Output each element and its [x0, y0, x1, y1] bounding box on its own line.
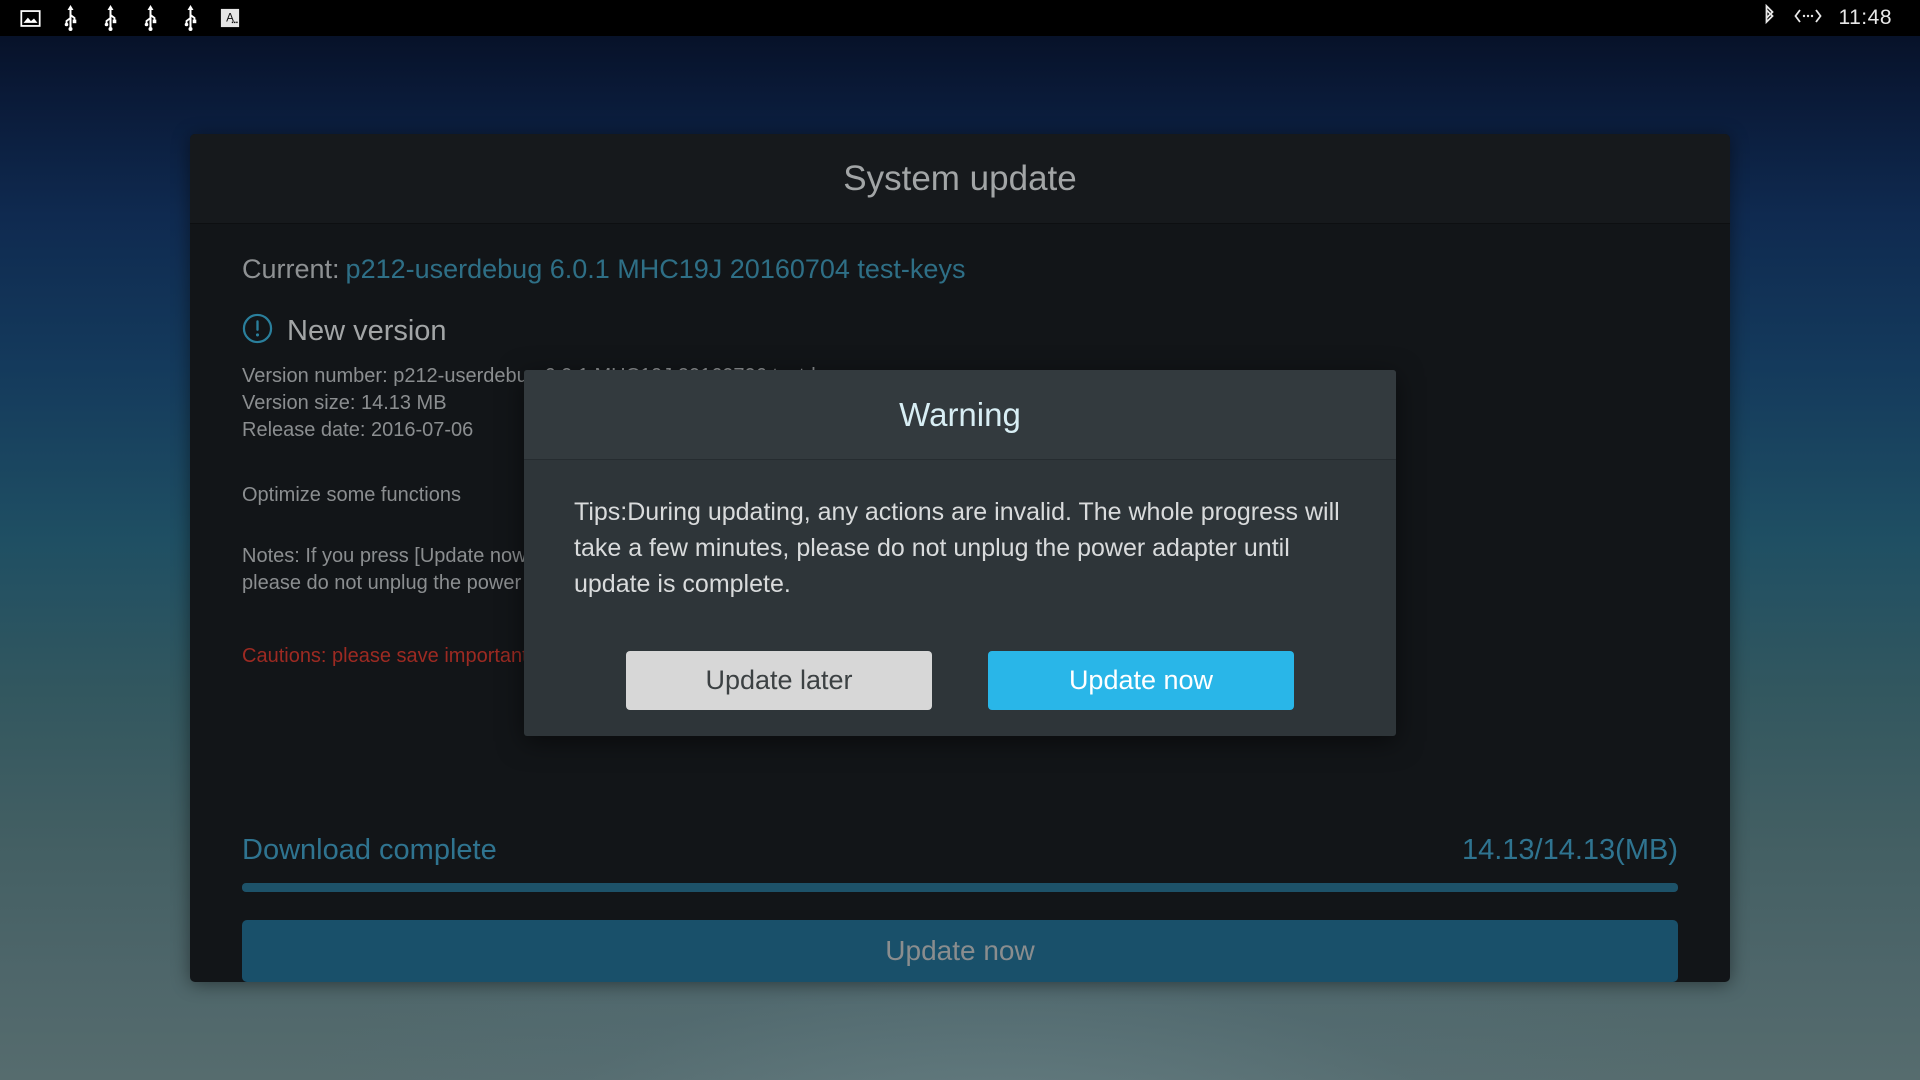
new-version-row: New version — [242, 313, 1678, 349]
usb-icon-2 — [90, 0, 130, 36]
usb-icon-4 — [170, 0, 210, 36]
update-now-button[interactable]: Update now — [242, 920, 1678, 982]
dialog-header: Warning — [524, 370, 1396, 460]
warning-dialog: Warning Tips:During updating, any action… — [524, 370, 1396, 736]
current-version-value: p212-userdebug 6.0.1 MHC19J 20160704 tes… — [345, 254, 966, 284]
status-bar-left-icons: A — [0, 0, 250, 36]
clock: 11:48 — [1838, 6, 1892, 29]
progress-bar-track — [242, 883, 1678, 892]
dialog-message: Tips:During updating, any actions are in… — [574, 498, 1340, 598]
progress-labels-row: Download complete 14.13/14.13(MB) — [242, 834, 1678, 867]
progress-bar-fill — [242, 883, 1678, 892]
dialog-update-now-button[interactable]: Update now — [988, 651, 1294, 710]
page-title: System update — [843, 158, 1077, 198]
image-icon — [10, 0, 50, 36]
usb-icon-3 — [130, 0, 170, 36]
download-progress-area: Download complete 14.13/14.13(MB) — [242, 834, 1678, 892]
usb-icon-1 — [50, 0, 90, 36]
exclamation-circle-icon — [242, 313, 273, 349]
status-bar: A 11:48 — [0, 0, 1920, 36]
keyboard-input-icon: A — [210, 0, 250, 36]
current-version-label: Current: — [242, 254, 340, 284]
status-bar-right-icons: 11:48 — [1762, 3, 1920, 33]
bluetooth-icon — [1762, 3, 1777, 33]
progress-amount-label: 14.13/14.13(MB) — [1461, 834, 1678, 866]
new-version-label: New version — [287, 314, 447, 347]
dialog-button-row: Update later Update now — [524, 651, 1396, 710]
ethernet-icon — [1793, 6, 1823, 31]
current-version-line: Current: p212-userdebug 6.0.1 MHC19J 2016… — [242, 254, 1678, 285]
dialog-title: Warning — [899, 395, 1021, 433]
card-header: System update — [190, 134, 1730, 224]
progress-status-label: Download complete — [242, 834, 497, 866]
update-later-button[interactable]: Update later — [626, 651, 932, 710]
